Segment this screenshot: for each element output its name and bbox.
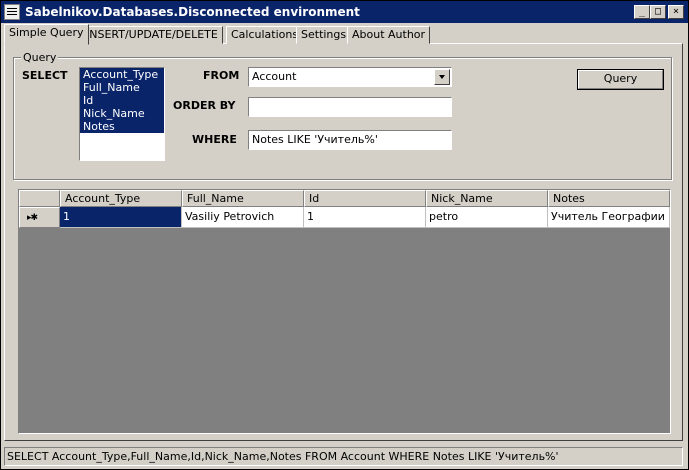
orderby-label: ORDER BY: [173, 99, 236, 112]
select-label: SELECT: [22, 69, 68, 82]
tab-calculations[interactable]: Calculations: [226, 26, 304, 44]
where-input[interactable]: Notes LIKE 'Учитель%': [248, 130, 452, 150]
from-table-select[interactable]: Account: [248, 67, 452, 87]
tab-about-author[interactable]: About Author: [347, 26, 431, 44]
column-header-notes[interactable]: Notes: [548, 190, 670, 207]
chevron-down-icon[interactable]: [434, 69, 450, 85]
from-table-value: Account: [252, 70, 297, 83]
table-cell[interactable]: Учитель Географии: [548, 207, 670, 228]
title-bar[interactable]: Sabelnikov.Databases.Disconnected enviro…: [1, 1, 688, 23]
list-item[interactable]: Notes: [80, 120, 164, 133]
query-button[interactable]: Query: [577, 69, 664, 90]
table-cell[interactable]: Vasiliy Petrovich: [182, 207, 304, 228]
tab-insert-update-delete[interactable]: INSERT/UPDATE/DELETE: [81, 26, 223, 44]
row-header[interactable]: ▸✱: [19, 207, 60, 228]
column-header-account-type[interactable]: Account_Type: [60, 190, 182, 207]
tab-settings[interactable]: Settings: [296, 26, 352, 44]
app-icon[interactable]: [4, 4, 20, 20]
table-cell[interactable]: petro: [426, 207, 548, 228]
grid-corner-header[interactable]: [19, 190, 60, 207]
close-button[interactable]: ×: [668, 5, 684, 19]
results-grid[interactable]: Account_Type Full_Name Id Nick_Name Note…: [18, 189, 671, 434]
select-columns-listbox[interactable]: Account_Type Full_Name Id Nick_Name Note…: [79, 67, 165, 161]
list-item[interactable]: Account_Type: [80, 68, 164, 81]
list-item[interactable]: Full_Name: [80, 81, 164, 94]
query-group-label: Query: [21, 51, 59, 64]
minimize-button[interactable]: _: [634, 5, 650, 19]
orderby-input[interactable]: [248, 97, 452, 117]
status-bar: SELECT Account_Type,Full_Name,Id,Nick_Na…: [4, 447, 683, 466]
where-label: WHERE: [192, 133, 237, 146]
maximize-button[interactable]: □: [650, 5, 666, 19]
current-row-marker-icon: ▸✱: [27, 213, 38, 223]
column-header-nick-name[interactable]: Nick_Name: [426, 190, 548, 207]
list-item[interactable]: Id: [80, 94, 164, 107]
table-cell[interactable]: 1: [304, 207, 426, 228]
column-header-full-name[interactable]: Full_Name: [182, 190, 304, 207]
table-cell[interactable]: 1: [60, 207, 182, 228]
column-header-id[interactable]: Id: [304, 190, 426, 207]
window-title: Sabelnikov.Databases.Disconnected enviro…: [25, 5, 360, 19]
list-item[interactable]: Nick_Name: [80, 107, 164, 120]
tab-simple-query[interactable]: Simple Query: [4, 24, 89, 45]
from-label: FROM: [203, 69, 240, 82]
